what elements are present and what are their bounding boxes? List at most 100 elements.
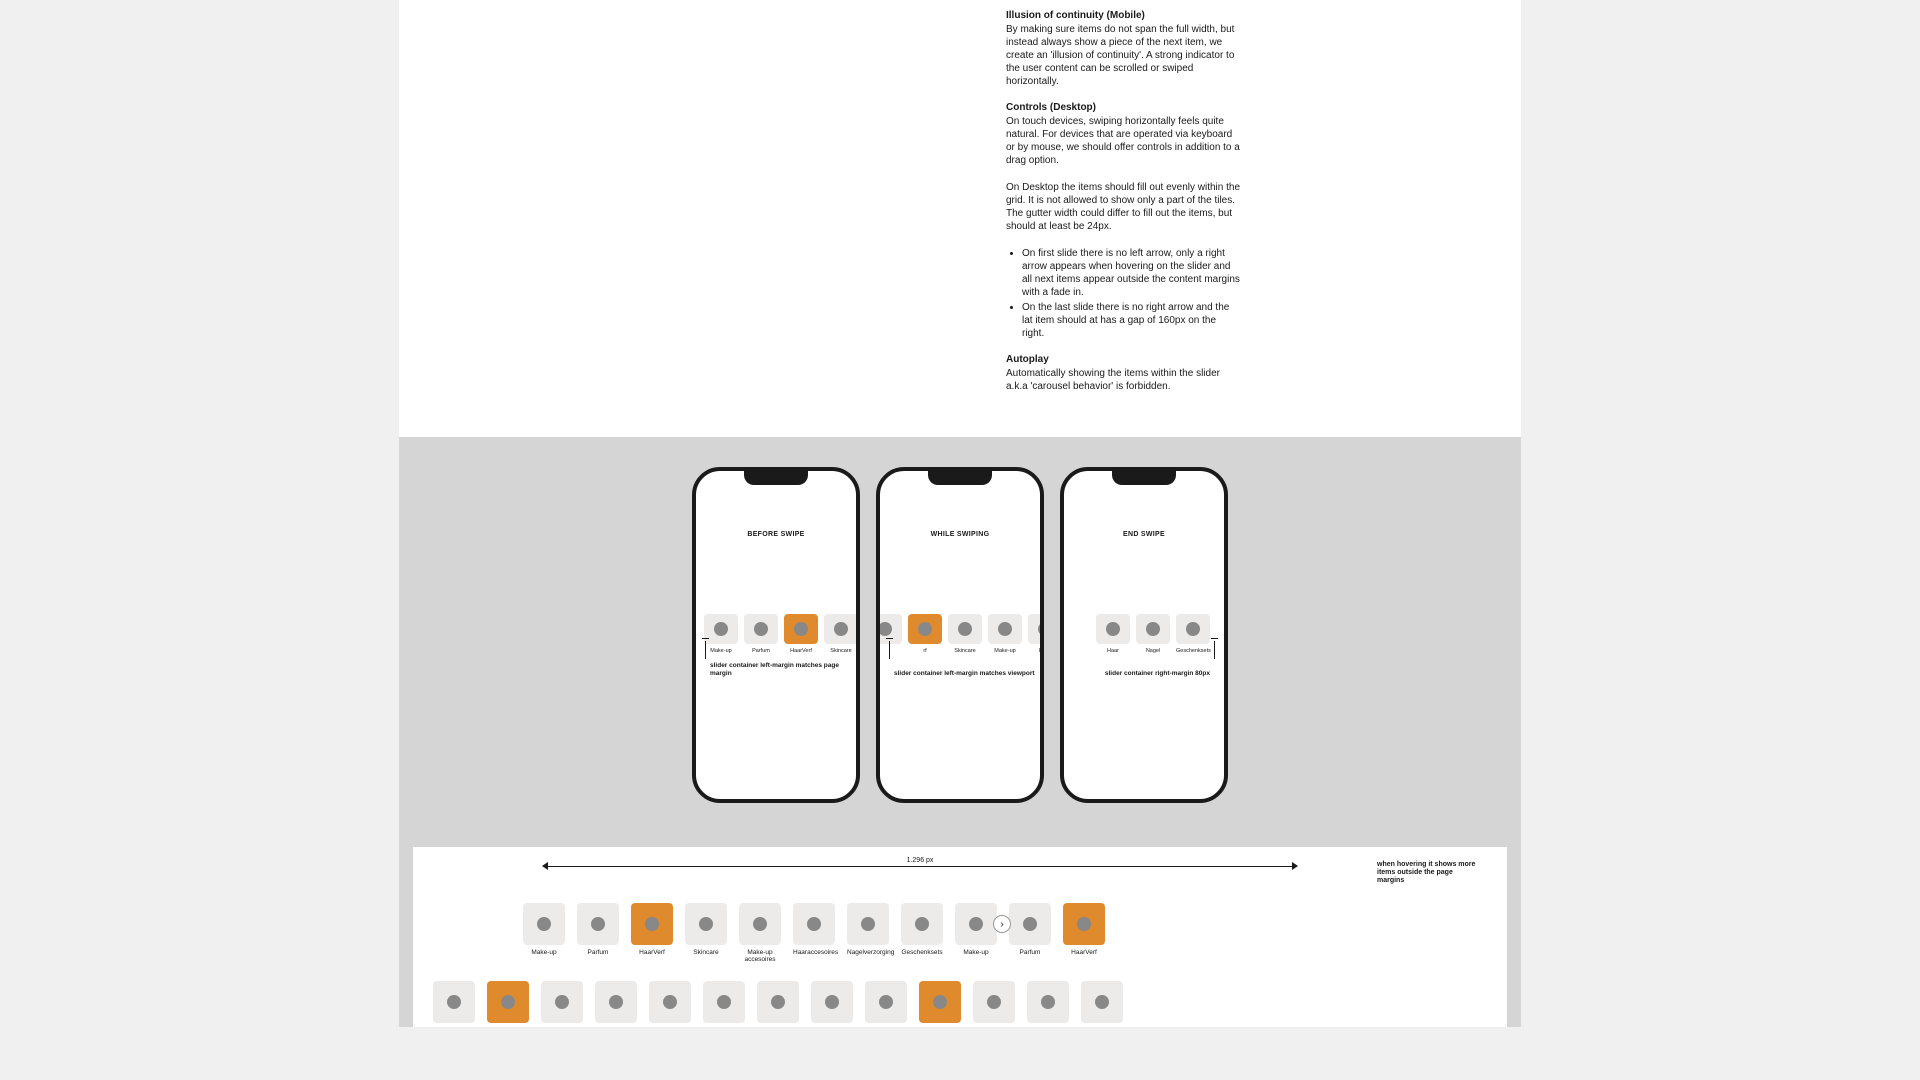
category-thumb <box>1027 981 1069 1023</box>
product-icon <box>958 622 972 636</box>
category-thumb <box>577 903 619 945</box>
category-item <box>649 981 691 1027</box>
product-icon <box>933 995 947 1009</box>
product-icon <box>754 622 768 636</box>
category-item: Haaraccesoires <box>793 903 835 956</box>
category-item: Make-up <box>988 614 1022 654</box>
product-icon <box>878 622 892 636</box>
phone-notch <box>744 471 808 485</box>
category-item <box>1027 981 1069 1027</box>
category-item <box>865 981 907 1027</box>
body-controls-1: On touch devices, swiping horizontally f… <box>1006 115 1241 167</box>
product-icon <box>717 995 731 1009</box>
category-item: Make-up accesoires <box>739 903 781 963</box>
category-thumb <box>901 903 943 945</box>
product-icon <box>537 917 551 931</box>
category-thumb <box>876 614 902 644</box>
category-thumb <box>988 614 1022 644</box>
category-label: Nagel <box>1136 648 1170 654</box>
category-thumb <box>1136 614 1170 644</box>
category-item <box>973 981 1015 1027</box>
category-label: Geschenksets <box>901 949 943 956</box>
category-item: Haar <box>1028 614 1044 654</box>
product-icon <box>998 622 1012 636</box>
category-label: Parfum <box>1009 949 1051 956</box>
product-icon <box>879 995 893 1009</box>
category-thumb <box>704 614 738 644</box>
category-label: Skincare <box>948 648 982 654</box>
mockup-panel: BEFORE SWIPE Make-up Parfum HaarVerf Skincar… <box>399 437 1521 1027</box>
phone-mockup: END SWIPEHaarNagelGeschenksetsslider con… <box>1060 467 1228 803</box>
category-label: Parfum <box>744 648 778 654</box>
product-icon <box>825 995 839 1009</box>
category-item: Nagel <box>1136 614 1170 654</box>
product-icon <box>501 995 515 1009</box>
category-item: Skincare <box>948 614 982 654</box>
width-indicator <box>543 861 1297 871</box>
phone-notch <box>928 471 992 485</box>
category-item <box>811 981 853 1027</box>
category-thumb <box>824 614 858 644</box>
category-thumb <box>744 614 778 644</box>
phone-annotation: slider container left-margin matches pag… <box>710 662 856 677</box>
product-icon <box>447 995 461 1009</box>
category-item: Skincare <box>824 614 858 654</box>
phone-annotation: slider container right-margin 80px <box>1105 670 1210 677</box>
bullet-first-slide: On first slide there is no left arrow, o… <box>1022 247 1241 299</box>
product-icon <box>1041 995 1055 1009</box>
category-label: HaarVerf <box>631 949 673 956</box>
category-label: Haaraccesoires <box>793 949 835 956</box>
product-icon <box>1146 622 1160 636</box>
category-item: Make-up <box>523 903 565 956</box>
category-thumb <box>1028 614 1044 644</box>
phone-annotation: slider container left-margin matches vie… <box>894 670 1035 677</box>
category-thumb <box>973 981 1015 1023</box>
body-autoplay: Automatically showing the items within t… <box>1006 367 1241 393</box>
body-illusion: By making sure items do not span the ful… <box>1006 23 1241 88</box>
desktop-slider-row-1: Make-upParfumHaarVerfSkincareMake-up acc… <box>413 889 1507 963</box>
product-icon <box>1023 917 1037 931</box>
category-item: HaarVerf <box>1063 903 1105 956</box>
category-label: Make-up <box>988 648 1022 654</box>
category-item <box>541 981 583 1027</box>
category-label: Geschenksets <box>1176 648 1210 654</box>
product-icon <box>555 995 569 1009</box>
phones-row: BEFORE SWIPE Make-up Parfum HaarVerf Skincar… <box>399 467 1521 847</box>
product-icon <box>645 917 659 931</box>
product-icon <box>834 622 848 636</box>
product-icon <box>915 917 929 931</box>
category-label: Make-up <box>955 949 997 956</box>
category-item <box>433 981 475 1027</box>
phone-slider: rfSkincareMake-upHaar <box>876 614 1040 654</box>
category-label: Skincare <box>824 648 858 654</box>
category-thumb <box>811 981 853 1023</box>
category-thumb <box>919 981 961 1023</box>
category-thumb <box>908 614 942 644</box>
product-icon <box>663 995 677 1009</box>
category-thumb <box>1009 903 1051 945</box>
category-label: rf <box>908 648 942 654</box>
product-icon <box>699 917 713 931</box>
category-label: Make-up <box>523 949 565 956</box>
category-thumb <box>523 903 565 945</box>
category-label: HaarVerf <box>784 648 818 654</box>
category-item: HaarVerf <box>631 903 673 956</box>
product-icon <box>1186 622 1200 636</box>
category-thumb <box>703 981 745 1023</box>
category-thumb <box>1081 981 1123 1023</box>
category-item <box>1081 981 1123 1027</box>
category-item: Geschenksets <box>1176 614 1210 654</box>
category-thumb <box>865 981 907 1023</box>
product-icon <box>753 917 767 931</box>
category-label: Nagelverzorging <box>847 949 889 956</box>
category-thumb <box>739 903 781 945</box>
category-thumb <box>1096 614 1130 644</box>
controls-bullets: On first slide there is no left arrow, o… <box>1006 247 1241 340</box>
product-icon <box>591 917 605 931</box>
product-icon <box>714 622 728 636</box>
category-item: Parfum <box>744 614 778 654</box>
phone-state-title: BEFORE SWIPE <box>696 531 856 538</box>
phone-slider: HaarNagelGeschenksets <box>1064 614 1224 654</box>
category-thumb <box>784 614 818 644</box>
category-item: Nagelverzorging <box>847 903 889 956</box>
